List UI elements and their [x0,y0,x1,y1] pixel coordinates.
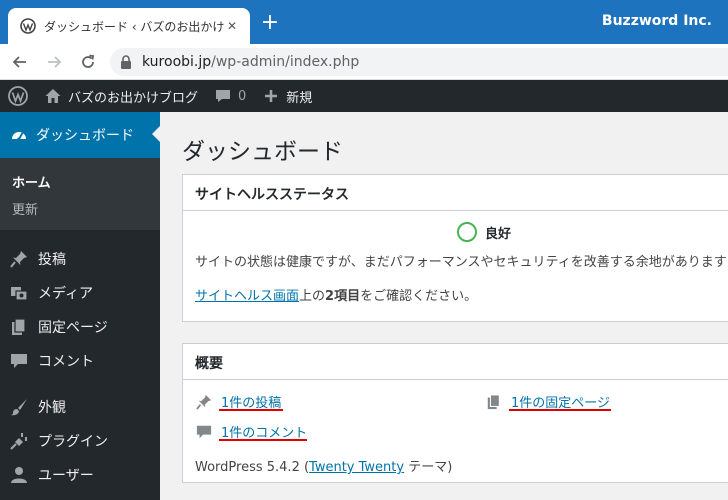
browser-tab[interactable]: ダッシュボード ‹ バズのお出かけブログ — ✕ [8,8,250,44]
reload-icon[interactable] [74,48,102,76]
site-name: バズのお出かけブログ [68,90,199,106]
wp-admin-bar: バズのお出かけブログ 0 新規 [0,80,728,112]
wordpress-version-line: WordPress 5.4.2 (Twenty Twenty テーマ) [195,456,452,475]
menu-item-appearance[interactable]: 外観 [0,390,160,424]
url-host: kuroobi.jp [142,54,212,70]
paintbrush-icon [10,398,28,416]
menu-item-posts[interactable]: 投稿 [0,242,160,276]
wordpress-logo-icon [8,86,28,106]
widget-body: 1件の投稿 1件の固定ページ 1件のコメント WordPress 5.4.2 (… [183,380,728,476]
wp-logo-button[interactable] [0,80,36,112]
menu-label: コメント [38,354,94,370]
link-suffix: をご確認ください。 [360,289,478,304]
widget-body: 良好 サイトの状態は健康ですが、まだパフォーマンスやセキュリティを改善する余地が… [183,211,728,304]
link-bold: 2項目 [325,289,361,304]
browser-titlebar: ダッシュボード ‹ バズのお出かけブログ — ✕ + Buzzword Inc. [0,0,728,44]
plug-icon [10,432,28,450]
comment-bubble-icon [195,423,213,441]
annotation-underline [219,439,307,441]
forward-arrow-icon[interactable] [40,48,68,76]
menu-label: 外観 [38,400,66,416]
theme-link[interactable]: Twenty Twenty [309,460,404,475]
annotation-underline [509,409,611,411]
lock-icon [120,55,132,69]
menu-separator [0,230,160,242]
menu-item-plugins[interactable]: プラグイン [0,424,160,458]
pages-icon [10,318,28,336]
health-status-label: 良好 [485,226,512,242]
site-health-link[interactable]: サイトヘルス画面 [195,289,299,304]
wordpress-favicon-icon [20,18,36,34]
health-indicator: 良好 [195,211,728,253]
comments-link[interactable]: 0 [206,80,254,112]
menu-item-media[interactable]: メディア [0,276,160,310]
menu-label: 固定ページ [38,320,108,336]
annotation-underline [219,409,283,411]
comment-bubble-icon [214,87,232,105]
main-content: ダッシュボード サイトヘルスステータス 良好 サイトの状態は健康ですが、まだパフ… [160,112,728,500]
admin-menu: ダッシュボード ホーム 更新 投稿 メディア 固定ページ コメント 外観 プラグ… [0,112,160,500]
url-text: kuroobi.jp/wp-admin/index.php [142,54,359,70]
menu-label: メディア [38,286,94,302]
url-path: /wp-admin/index.php [211,54,360,70]
link-suffix: 上の [299,289,326,304]
menu-item-users[interactable]: ユーザー [0,458,160,492]
menu-separator [0,378,160,390]
dashboard-submenu: ホーム 更新 [0,158,160,230]
version-suffix: テーマ) [404,460,453,475]
dashboard-gauge-icon [10,126,28,144]
pushpin-icon [10,250,28,268]
pages-icon [485,393,503,411]
comments-count: 0 [238,88,247,104]
at-a-glance-widget: 概要 1件の投稿 1件の固定ページ 1件のコメント WordPress 5.4.… [182,343,728,483]
menu-item-dashboard[interactable]: ダッシュボード [0,112,160,158]
browser-toolbar: kuroobi.jp/wp-admin/index.php [0,44,728,80]
submenu-updates[interactable]: 更新 [0,195,160,222]
comment-bubble-icon [10,352,28,370]
address-bar[interactable]: kuroobi.jp/wp-admin/index.php [110,48,728,76]
submenu-home[interactable]: ホーム [0,168,160,195]
tab-title: ダッシュボード ‹ バズのお出かけブログ — [44,19,224,34]
menu-label: 投稿 [38,252,66,268]
media-icon [10,284,28,302]
health-description: サイトの状態は健康ですが、まだパフォーマンスやセキュリティを改善する余地がありま… [195,255,727,270]
pushpin-icon [195,393,213,411]
page-title: ダッシュボード [182,139,343,165]
widget-heading[interactable]: 概要 [183,344,728,380]
menu-label: ユーザー [38,468,94,484]
menu-label: プラグイン [38,434,108,450]
home-icon [44,87,62,105]
user-icon [10,466,28,484]
menu-label: ダッシュボード [36,128,134,144]
widget-heading[interactable]: サイトヘルスステータス [183,175,728,211]
new-label: 新規 [286,90,313,106]
site-name-link[interactable]: バズのお出かけブログ [36,80,206,112]
version-text: WordPress 5.4.2 ( [195,460,310,475]
menu-item-pages[interactable]: 固定ページ [0,310,160,344]
close-tab-icon[interactable]: ✕ [224,18,240,34]
menu-item-comments[interactable]: コメント [0,344,160,378]
site-health-widget: サイトヘルスステータス 良好 サイトの状態は健康ですが、まだパフォーマンスやセキ… [182,174,728,322]
health-status-circle [457,222,477,242]
new-tab-icon[interactable]: + [258,12,282,36]
health-link-line: サイトヘルス画面上の2項目をご確認ください。 [195,285,728,304]
plus-icon [262,87,280,105]
back-arrow-icon[interactable] [6,48,34,76]
window-title: Buzzword Inc. [601,13,712,29]
new-content-link[interactable]: 新規 [254,80,320,112]
